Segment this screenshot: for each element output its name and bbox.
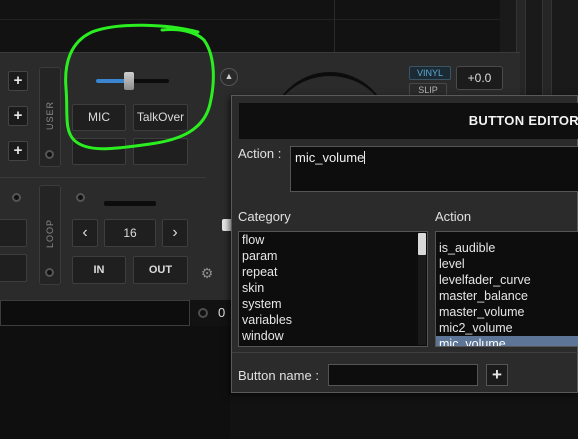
section-divider [0, 177, 206, 178]
chevron-right-icon[interactable]: › [162, 219, 188, 247]
loop-out-button[interactable]: OUT [133, 256, 188, 284]
annotation-circle [64, 23, 215, 151]
button-name-label: Button name : [238, 368, 319, 383]
user-label: USER [45, 100, 55, 130]
bottom-led[interactable] [198, 308, 208, 318]
bottom-value: 0 [218, 305, 226, 320]
action-header: Action [435, 209, 472, 224]
category-header: Category [238, 209, 291, 224]
pitch-display[interactable]: +0.0 [456, 66, 503, 90]
add-button-2[interactable]: + [8, 106, 28, 126]
loop-status-led[interactable] [76, 193, 85, 202]
user-led[interactable] [45, 150, 54, 159]
lower-background [0, 326, 230, 439]
category-item[interactable]: window [239, 328, 427, 344]
loop-led[interactable] [45, 268, 54, 277]
category-scroll-thumb[interactable] [418, 233, 426, 255]
left-partial-button-2[interactable] [0, 254, 27, 282]
list-item-partial [436, 232, 578, 240]
action-item[interactable]: mic_volume [436, 336, 578, 346]
bottom-input[interactable] [0, 300, 190, 326]
editor-separator [232, 352, 578, 353]
gear-icon[interactable]: ⚙ [199, 265, 215, 281]
text-caret [364, 151, 366, 164]
add-button-3[interactable]: + [8, 141, 28, 161]
category-item[interactable]: flow [239, 232, 427, 248]
action-item[interactable]: is_audible [436, 240, 578, 256]
action-item[interactable]: level [436, 256, 578, 272]
add-button-1[interactable]: + [8, 71, 28, 91]
category-list[interactable]: flow param repeat skin system variables window [238, 231, 428, 347]
action-input-value: mic_volume [295, 150, 365, 165]
category-item[interactable]: variables [239, 312, 427, 328]
loop-in-button[interactable]: IN [72, 256, 126, 284]
button-name-input[interactable] [328, 364, 478, 386]
loop-label: LOOP [45, 218, 55, 248]
category-item[interactable]: param [239, 248, 427, 264]
loop-bar [104, 201, 156, 206]
loop-length-display: 16 [104, 219, 156, 247]
action-field-label: Action : [238, 146, 282, 161]
category-item[interactable]: system [239, 296, 427, 312]
category-item[interactable]: skin [239, 280, 427, 296]
add-button[interactable]: + [486, 364, 508, 386]
category-item[interactable]: repeat [239, 264, 427, 280]
vinyl-button[interactable]: VINYL [409, 66, 451, 80]
editor-title: BUTTON EDITOR [468, 113, 578, 128]
action-item[interactable]: levelfader_curve [436, 272, 578, 288]
button-editor-dialog: BUTTON EDITOR Action : mic_volume Catego… [231, 95, 578, 393]
chevron-left-icon[interactable]: ‹ [72, 219, 98, 247]
eject-icon[interactable]: ▲ [220, 68, 238, 86]
action-input[interactable]: mic_volume [290, 146, 578, 192]
action-item[interactable]: master_volume [436, 304, 578, 320]
loop-panel: LOOP [39, 185, 61, 285]
action-list[interactable]: is_audible level levelfader_curve master_ba… [435, 231, 578, 347]
action-item[interactable]: master_balance [436, 288, 578, 304]
action-item[interactable]: mic2_volume [436, 320, 578, 336]
left-partial-button-1[interactable] [0, 219, 27, 247]
left-led[interactable] [12, 193, 21, 202]
editor-titlebar[interactable]: BUTTON EDITOR [239, 103, 578, 139]
